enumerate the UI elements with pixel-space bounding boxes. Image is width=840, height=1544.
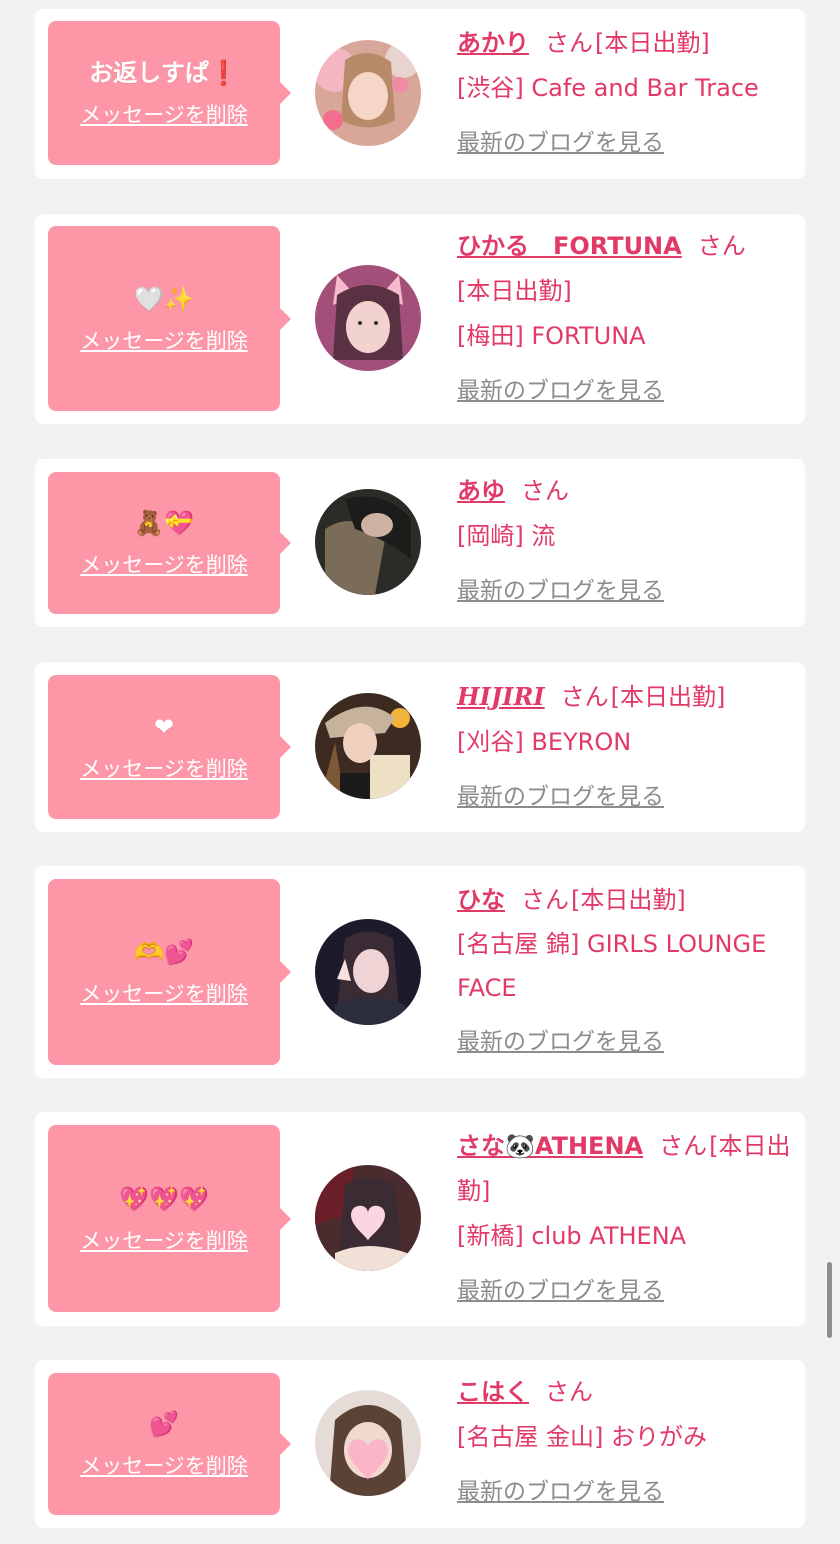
message-text: 💕 — [149, 1410, 179, 1438]
avatar-photo-icon — [315, 265, 421, 371]
message-card: 🫶💕 メッセージを削除 ひな さん[本日出勤] [名古屋 錦] GIRLS LOU… — [35, 866, 805, 1078]
message-text: 🤍✨ — [134, 284, 194, 313]
cast-name-link[interactable]: ひかる FORTUNA — [457, 232, 682, 260]
honorific: さん — [560, 683, 609, 711]
message-card: ❤ メッセージを削除 HIJIRI さん[本日出勤] [刈谷] BEYRON 最新… — [35, 662, 805, 832]
work-status: [本日出勤] — [595, 29, 710, 57]
delete-message-link[interactable]: メッセージを削除 — [48, 328, 280, 354]
shop-name: [刈谷] BEYRON — [457, 728, 632, 756]
message-card: 💖💖💖 メッセージを削除 さな🐼ATHENA さん[本日出勤] [新橋] club… — [35, 1112, 805, 1326]
shop-name: [梅田] FORTUNA — [457, 322, 646, 350]
cast-name-link[interactable]: HIJIRI — [457, 682, 545, 711]
honorific: さん — [545, 1378, 593, 1406]
cast-avatar[interactable] — [315, 919, 421, 1025]
avatar-photo-icon — [315, 1165, 421, 1271]
message-bubble: 💕 メッセージを削除 — [48, 1373, 291, 1515]
cast-name-link[interactable]: さな🐼ATHENA — [457, 1132, 643, 1160]
honorific: さん — [521, 886, 569, 914]
cast-info: さな🐼ATHENA さん[本日出勤] [新橋] club ATHENA 最新のブロ… — [457, 1124, 795, 1314]
message-bubble: 🧸💝 メッセージを削除 — [48, 472, 291, 614]
view-blog-link[interactable]: 最新のブログを見る — [457, 569, 664, 614]
message-text: お返しすぱ❗ — [89, 59, 239, 87]
view-blog-link[interactable]: 最新のブログを見る — [457, 121, 664, 166]
avatar-photo-icon — [315, 1390, 421, 1496]
cast-avatar[interactable] — [315, 40, 421, 146]
message-card: 🤍✨ メッセージを削除 ひかる FORTUNA さん [本日出勤] [梅田] FO… — [35, 214, 805, 424]
view-blog-link[interactable]: 最新のブログを見る — [457, 1269, 664, 1314]
honorific: さん — [697, 232, 746, 260]
message-card: 🧸💝 メッセージを削除 あゆ さん [岡崎] 流 最新のブログを見る — [35, 459, 805, 627]
view-blog-link[interactable]: 最新のブログを見る — [457, 775, 664, 820]
cast-avatar[interactable] — [315, 693, 421, 799]
cast-name-link[interactable]: こはく — [457, 1378, 529, 1406]
delete-message-link[interactable]: メッセージを削除 — [48, 102, 280, 128]
view-blog-link[interactable]: 最新のブログを見る — [457, 369, 664, 414]
message-text: ❤ — [153, 713, 175, 741]
message-card: お返しすぱ❗ メッセージを削除 あかり さん[本日出勤] [渋谷] Cafe an… — [35, 9, 805, 179]
cast-name-link[interactable]: あゆ — [457, 477, 505, 505]
cast-name-link[interactable]: ひな — [457, 886, 505, 914]
view-blog-link[interactable]: 最新のブログを見る — [457, 1470, 664, 1515]
scrollbar[interactable] — [827, 1262, 832, 1338]
message-bubble: 🫶💕 メッセージを削除 — [48, 879, 291, 1065]
honorific: さん — [521, 477, 569, 505]
cast-info: あかり さん[本日出勤] [渋谷] Cafe and Bar Trace 最新のブ… — [457, 21, 795, 166]
cast-info: HIJIRI さん[本日出勤] [刈谷] BEYRON 最新のブログを見る — [457, 674, 795, 820]
honorific: さん — [659, 1132, 708, 1160]
avatar-photo-icon — [315, 693, 421, 799]
cast-avatar[interactable] — [315, 1390, 421, 1496]
shop-name: [岡崎] 流 — [457, 522, 556, 550]
avatar-photo-icon — [315, 489, 421, 595]
view-blog-link[interactable]: 最新のブログを見る — [457, 1020, 664, 1064]
message-text: 💖💖💖 — [119, 1184, 209, 1213]
cast-avatar[interactable] — [315, 265, 421, 371]
delete-message-link[interactable]: メッセージを削除 — [48, 756, 280, 782]
honorific: さん — [545, 29, 593, 57]
delete-message-link[interactable]: メッセージを削除 — [48, 981, 280, 1007]
message-text: 🫶💕 — [134, 938, 194, 966]
work-status: [本日出勤] — [457, 277, 572, 305]
message-bubble: 💖💖💖 メッセージを削除 — [48, 1125, 291, 1312]
shop-name: [新橋] club ATHENA — [457, 1222, 687, 1250]
cast-avatar[interactable] — [315, 489, 421, 595]
avatar-photo-icon — [315, 40, 421, 146]
cast-name-link[interactable]: あかり — [457, 29, 529, 57]
message-card: 💕 メッセージを削除 こはく さん [名古屋 金山] おりがみ 最新のブログを見る — [35, 1360, 805, 1528]
delete-message-link[interactable]: メッセージを削除 — [48, 552, 280, 578]
message-bubble: ❤ メッセージを削除 — [48, 675, 291, 819]
work-status: [本日出勤] — [610, 683, 726, 711]
shop-name: [名古屋 金山] おりがみ — [457, 1423, 707, 1451]
message-bubble: 🤍✨ メッセージを削除 — [48, 226, 291, 411]
cast-info: ひな さん[本日出勤] [名古屋 錦] GIRLS LOUNGE FACE 最新の… — [457, 878, 795, 1064]
shop-name: [名古屋 錦] GIRLS LOUNGE FACE — [457, 930, 767, 1002]
cast-info: ひかる FORTUNA さん [本日出勤] [梅田] FORTUNA 最新のブログ… — [457, 224, 795, 414]
delete-message-link[interactable]: メッセージを削除 — [48, 1453, 280, 1479]
cast-info: こはく さん [名古屋 金山] おりがみ 最新のブログを見る — [457, 1370, 795, 1515]
cast-info: あゆ さん [岡崎] 流 最新のブログを見る — [457, 469, 795, 614]
shop-name: [渋谷] Cafe and Bar Trace — [457, 74, 759, 102]
message-bubble: お返しすぱ❗ メッセージを削除 — [48, 21, 291, 165]
avatar-photo-icon — [315, 919, 421, 1025]
work-status: [本日出勤] — [571, 886, 686, 914]
delete-message-link[interactable]: メッセージを削除 — [48, 1228, 280, 1254]
cast-avatar[interactable] — [315, 1165, 421, 1271]
message-text: 🧸💝 — [134, 509, 194, 537]
